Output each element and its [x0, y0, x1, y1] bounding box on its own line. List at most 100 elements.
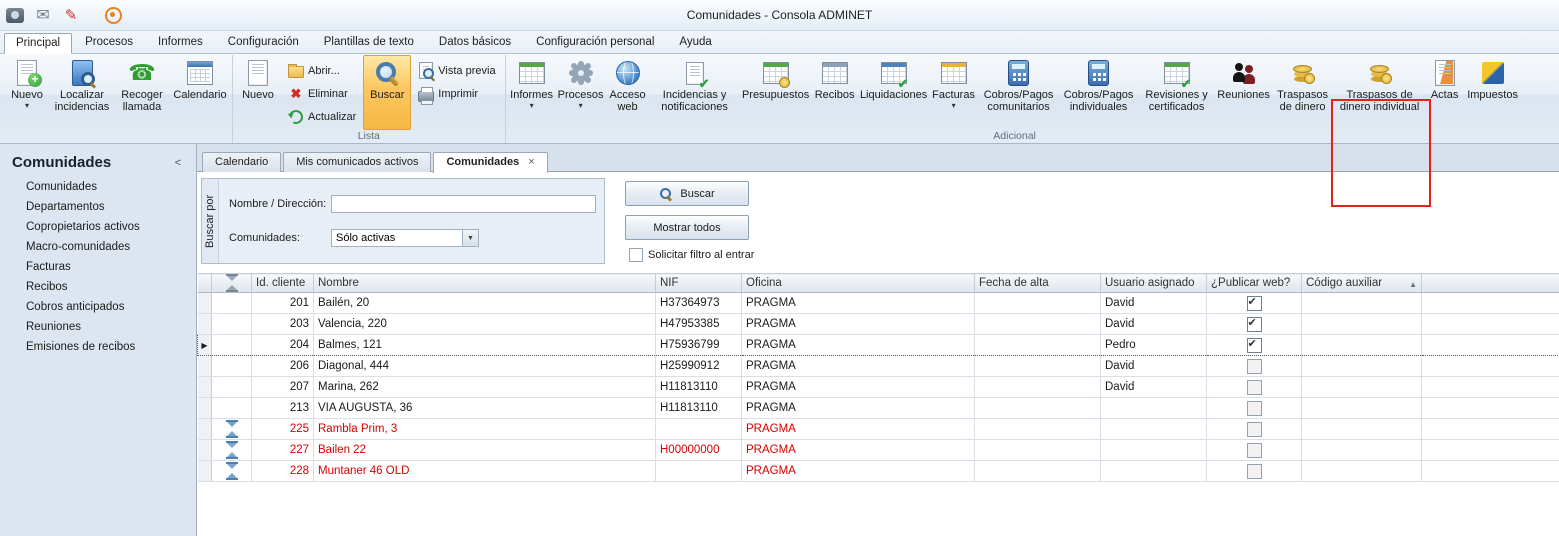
menu-tab-configuracion[interactable]: Configuración — [216, 32, 311, 53]
cell-nif — [656, 419, 742, 440]
menu-tab-plantillas-de-texto[interactable]: Plantillas de texto — [312, 32, 426, 53]
ribbon-button-acceso-web[interactable]: Acceso web — [606, 55, 650, 130]
document-tab-comunidades[interactable]: Comunidades× — [433, 152, 547, 173]
ribbon-button-reuniones[interactable]: Reuniones — [1216, 55, 1272, 130]
publicar-web-checkbox[interactable] — [1247, 296, 1262, 311]
col-publicar-web[interactable]: ¿Publicar web? — [1207, 274, 1302, 293]
ribbon-button-liquidaciones[interactable]: ✔Liquidaciones — [858, 55, 930, 130]
menu-tab-ayuda[interactable]: Ayuda — [667, 32, 723, 53]
col-id-cliente[interactable]: Id. cliente — [252, 274, 314, 293]
ribbon-button-impuestos[interactable]: Impuestos — [1464, 55, 1522, 130]
solicitar-filtro-checkbox[interactable]: Solicitar filtro al entrar — [629, 248, 754, 262]
cell-filler — [1422, 293, 1559, 314]
vista-previa-button[interactable]: Vista previa — [413, 60, 500, 81]
sidebar-item-cobros-anticipados[interactable]: Cobros anticipados — [0, 297, 196, 317]
sidebar-item-comunidades[interactable]: Comunidades — [0, 177, 196, 197]
calendar-icon — [185, 59, 215, 87]
table-row[interactable]: 228Muntaner 46 OLDPRAGMA — [198, 461, 1559, 482]
calculator-icon — [1004, 59, 1034, 87]
publicar-web-checkbox[interactable] — [1247, 359, 1262, 374]
buscar-filter-button[interactable]: Buscar — [625, 181, 749, 206]
col-nombre[interactable]: Nombre — [314, 274, 656, 293]
publicar-web-checkbox[interactable] — [1247, 317, 1262, 332]
cell-publicar-web — [1207, 440, 1302, 461]
broadcast-icon[interactable] — [103, 5, 123, 25]
table-row[interactable]: 225Rambla Prim, 3PRAGMA — [198, 419, 1559, 440]
sidebar-item-recibos[interactable]: Recibos — [0, 277, 196, 297]
table-row[interactable]: 203Valencia, 220H47953385PRAGMADavid — [198, 314, 1559, 335]
ribbon-button-traspasos-de-dinero-individual[interactable]: Traspasos de dinero individual — [1334, 55, 1426, 130]
filter-column-header[interactable] — [212, 274, 252, 293]
menu-tab-principal[interactable]: Principal — [4, 33, 72, 54]
cell-usuario-asignado — [1101, 461, 1207, 482]
ribbon-button-presupuestos[interactable]: Presupuestos — [740, 55, 812, 130]
ribbon-button-nuevo-lista[interactable]: Nuevo — [235, 55, 281, 130]
publicar-web-checkbox[interactable] — [1247, 422, 1262, 437]
menu-tab-informes[interactable]: Informes — [146, 32, 215, 53]
table-row[interactable]: 213VIA AUGUSTA, 36H11813110PRAGMA — [198, 398, 1559, 419]
buscar-button[interactable]: Buscar — [363, 55, 411, 130]
ribbon-button-calendario[interactable]: Calendario — [170, 55, 230, 130]
actualizar-button[interactable]: Actualizar — [283, 106, 361, 127]
abrir-button[interactable]: Abrir... — [283, 60, 361, 81]
close-tab-icon[interactable]: × — [528, 156, 534, 168]
col-fecha-alta[interactable]: Fecha de alta — [975, 274, 1101, 293]
ribbon-button-informes[interactable]: Informes▾ — [508, 55, 556, 130]
sidebar-item-reuniones[interactable]: Reuniones — [0, 317, 196, 337]
ribbon-button-recibos[interactable]: Recibos — [812, 55, 858, 130]
app-icon[interactable] — [5, 5, 25, 25]
col-codigo-auxiliar[interactable]: Código auxiliar▲ — [1302, 274, 1422, 293]
cell-oficina: PRAGMA — [742, 356, 975, 377]
cell-codigo-auxiliar — [1302, 461, 1422, 482]
ribbon-button-facturas[interactable]: Facturas▾ — [930, 55, 978, 130]
publicar-web-checkbox[interactable] — [1247, 380, 1262, 395]
menu-tab-datos-basicos[interactable]: Datos básicos — [427, 32, 523, 53]
sidebar-item-copropietarios-activos[interactable]: Copropietarios activos — [0, 217, 196, 237]
compose-icon[interactable] — [61, 5, 81, 25]
menu-tab-configuracion-personal[interactable]: Configuración personal — [524, 32, 666, 53]
publicar-web-checkbox[interactable] — [1247, 338, 1262, 353]
publicar-web-checkbox[interactable] — [1247, 464, 1262, 479]
ribbon-button-procesos[interactable]: Procesos▾ — [556, 55, 606, 130]
document-tab-mis-comunicados-activos[interactable]: Mis comunicados activos — [283, 152, 431, 172]
chevron-down-icon[interactable]: ▼ — [462, 230, 478, 246]
refresh-icon — [288, 109, 304, 125]
sidebar-item-facturas[interactable]: Facturas — [0, 257, 196, 277]
ribbon-button-localizar-incidencias[interactable]: Localizar incidencias — [50, 55, 114, 130]
table-row[interactable]: 201Bailén, 20H37364973PRAGMADavid — [198, 293, 1559, 314]
col-oficina[interactable]: Oficina — [742, 274, 975, 293]
col-nif[interactable]: NIF — [656, 274, 742, 293]
sidebar-item-departamentos[interactable]: Departamentos — [0, 197, 196, 217]
table-row[interactable]: 207Marina, 262H11813110PRAGMADavid — [198, 377, 1559, 398]
col-usuario-asignado[interactable]: Usuario asignado — [1101, 274, 1207, 293]
publicar-web-checkbox[interactable] — [1247, 401, 1262, 416]
cell-usuario-asignado: Pedro — [1101, 335, 1207, 356]
menu-tab-procesos[interactable]: Procesos — [73, 32, 145, 53]
collapse-sidebar-button[interactable]: < — [170, 157, 186, 169]
chevron-down-icon: ▾ — [579, 102, 583, 110]
imprimir-button[interactable]: Imprimir — [413, 83, 500, 104]
ribbon-button-traspasos-de-dinero[interactable]: Traspasos de dinero — [1272, 55, 1334, 130]
mostrar-todos-button[interactable]: Mostrar todos — [625, 215, 749, 240]
table-row[interactable]: ▶204Balmes, 121H75936799PRAGMAPedro — [198, 335, 1559, 356]
estado-cell — [212, 314, 252, 335]
mail-icon[interactable] — [33, 5, 53, 25]
sidebar-item-macro-comunidades[interactable]: Macro-comunidades — [0, 237, 196, 257]
ribbon-button-incidencias-y-notificaciones[interactable]: ✔Incidencias y notificaciones — [650, 55, 740, 130]
ribbon-button-cobros-pagos-individuales[interactable]: Cobros/Pagos individuales — [1060, 55, 1138, 130]
table-row[interactable]: 206Diagonal, 444H25990912PRAGMADavid — [198, 356, 1559, 377]
comunidades-select[interactable]: Sólo activas ▼ — [331, 229, 479, 247]
document-tab-calendario[interactable]: Calendario — [202, 152, 281, 172]
ribbon-button-actas[interactable]: Actas — [1426, 55, 1464, 130]
nombre-direccion-input[interactable] — [331, 195, 596, 213]
ribbon-button-recoger-llamada[interactable]: ☎Recoger llamada — [114, 55, 170, 130]
eliminar-button[interactable]: ✖ Eliminar — [283, 83, 361, 104]
sidebar-item-emisiones-de-recibos[interactable]: Emisiones de recibos — [0, 337, 196, 357]
ribbon-button-cobros-pagos-comunitarios[interactable]: Cobros/Pagos comunitarios — [978, 55, 1060, 130]
publicar-web-checkbox[interactable] — [1247, 443, 1262, 458]
ribbon-button-nuevo[interactable]: +Nuevo▾ — [4, 55, 50, 130]
chevron-down-icon: ▾ — [952, 102, 956, 110]
ribbon-button-revisiones-y-certificados[interactable]: ✔Revisiones y certificados — [1138, 55, 1216, 130]
cell-fecha-alta — [975, 440, 1101, 461]
table-row[interactable]: 227Bailen 22H00000000PRAGMA — [198, 440, 1559, 461]
